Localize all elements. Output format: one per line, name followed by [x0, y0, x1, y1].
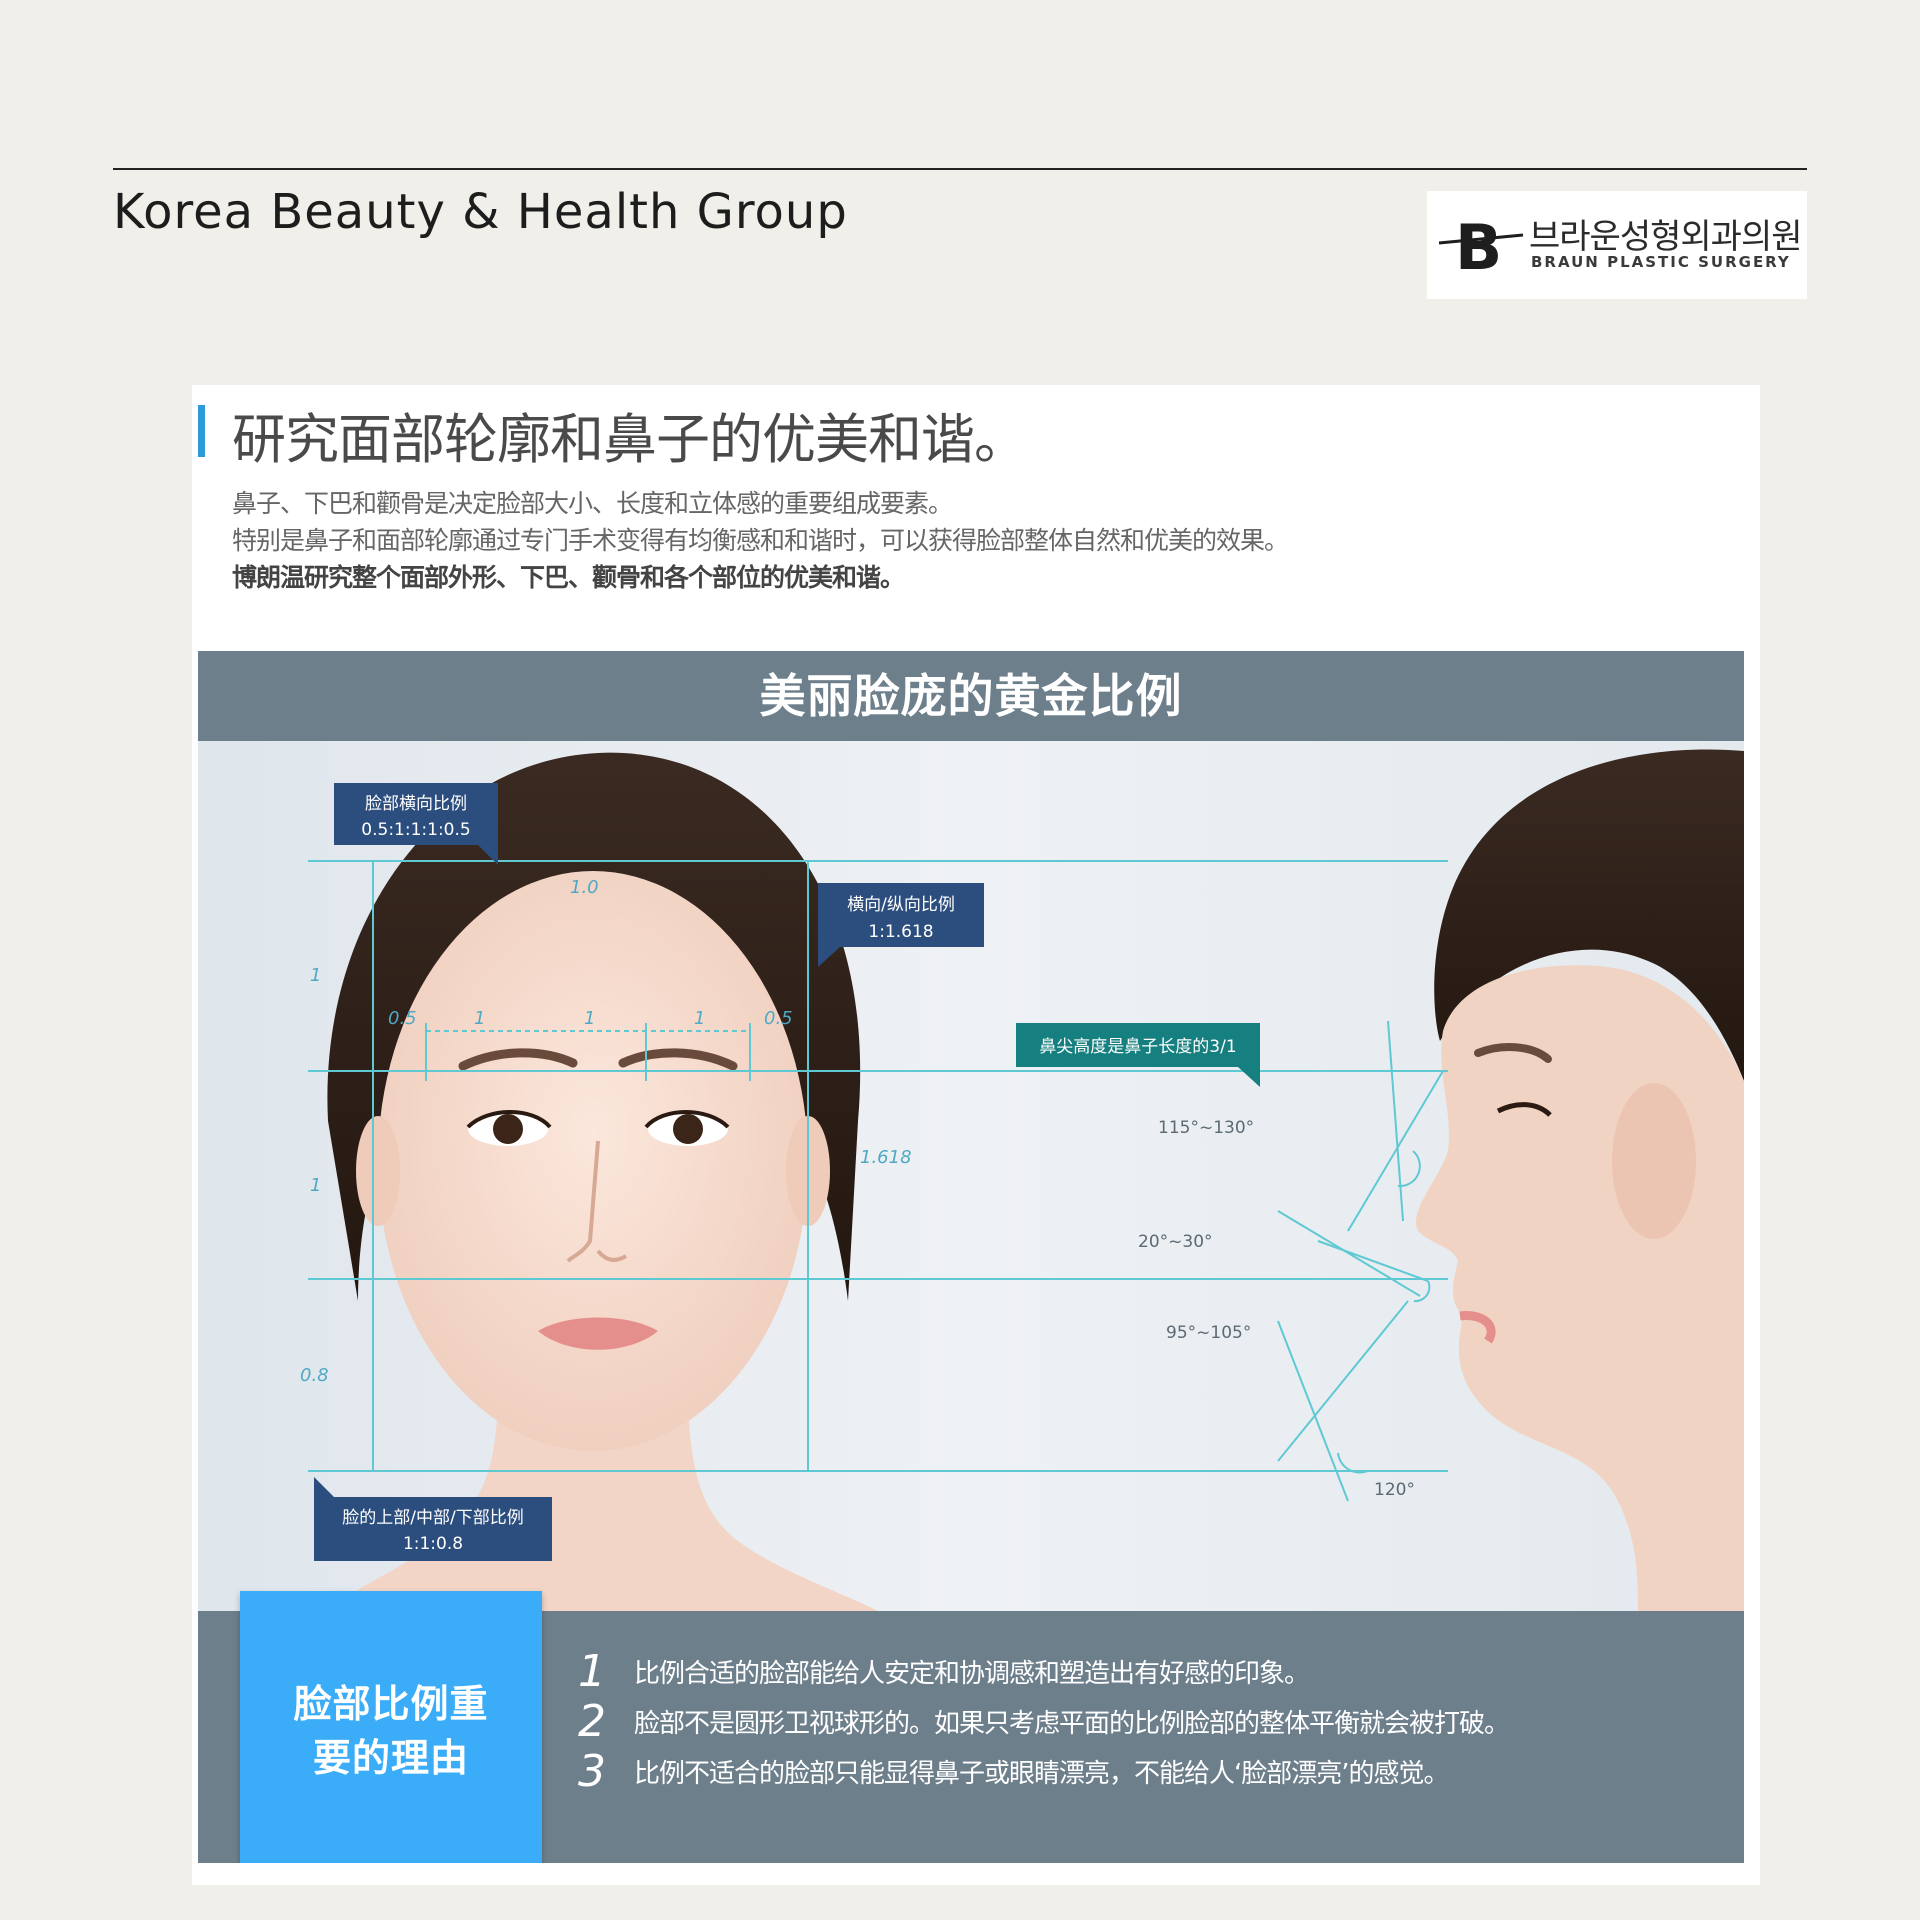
reason-number: 2: [578, 1696, 606, 1747]
clinic-logo[interactable]: B 브라운성형외과의원 BRAUN PLASTIC SURGERY: [1427, 191, 1807, 299]
measure-lower: 0.8: [300, 1365, 329, 1386]
callout-horizontal-value: 0.5:1:1:1:0.5: [361, 820, 470, 840]
front-face: [378, 871, 808, 1451]
reason-title-line-1: 脸部比例重: [293, 1682, 489, 1726]
face-ratio-illustration: 1.0 1 1 0.8 0.5 1 1 1 0.5 1.618 115°~130…: [198, 741, 1744, 1611]
logo-english-name: BRAUN PLASTIC SURGERY: [1531, 253, 1791, 271]
angle-chin: 120°: [1374, 1480, 1415, 1500]
measure-upper: 1: [310, 965, 321, 986]
callout-nose-tip-text: 鼻尖高度是鼻子长度的3/1: [1039, 1037, 1236, 1057]
angle-nasal-tip: 20°~30°: [1138, 1232, 1213, 1252]
callout-vertical-value: 1:1:0.8: [403, 1534, 463, 1554]
callout-ratio-title: 横向/纵向比例: [847, 895, 955, 915]
measure-middle: 1: [310, 1175, 321, 1196]
callout-vertical-title: 脸的上部/中部/下部比例: [342, 1508, 523, 1528]
measure-one-a: 1: [474, 1008, 485, 1029]
intro-line-1: 鼻子、下巴和颧骨是决定脸部大小、长度和立体感的重要组成要素。: [232, 489, 953, 518]
measure-top-width: 1.0: [570, 877, 599, 898]
intro-line-3: 博朗温研究整个面部外形、下巴、颧骨和各个部位的优美和谐。: [232, 563, 905, 592]
reason-number: 3: [578, 1746, 606, 1797]
reason-title: 脸部比例重 要的理由: [240, 1677, 542, 1785]
reason-title-line-2: 要的理由: [312, 1736, 469, 1780]
angle-nasolabial: 95°~105°: [1166, 1323, 1251, 1343]
reason-text: 比例合适的脸部能给人安定和协调感和塑造出有好感的印象。: [634, 1659, 1310, 1689]
figure-title-band: 美丽脸庞的黄金比例: [198, 651, 1744, 741]
top-rule: [113, 168, 1807, 170]
brand-title: Korea Beauty & Health Group: [113, 184, 848, 240]
b-logo-icon: B: [1438, 211, 1524, 283]
callout-ratio-value: 1:1.618: [868, 922, 933, 942]
card-intro: 鼻子、下巴和颧骨是决定脸部大小、长度和立体感的重要组成要素。 特别是鼻子和面部轮…: [232, 485, 1289, 596]
reason-text: 脸部不是圆形卫视球形的。如果只考虑平面的比例脸部的整体平衡就会被打破。: [634, 1709, 1510, 1739]
angle-nasofrontal: 115°~130°: [1158, 1118, 1254, 1138]
content-card: 研究面部轮廓和鼻子的优美和谐。 鼻子、下巴和颧骨是决定脸部大小、长度和立体感的重…: [192, 385, 1760, 1885]
reason-number: 1: [578, 1646, 606, 1697]
callout-horizontal-title: 脸部横向比例: [365, 794, 467, 814]
heading-accent-bar: [198, 405, 205, 457]
figure-title: 美丽脸庞的黄金比例: [759, 669, 1183, 723]
card-heading: 研究面部轮廓和鼻子的优美和谐。: [232, 408, 1028, 471]
reason-title-box: 脸部比例重 要的理由: [240, 1591, 542, 1863]
logo-letter: B: [1455, 211, 1502, 283]
intro-line-2: 特别是鼻子和面部轮廓通过专门手术变得有均衡感和和谐时，可以获得脸部整体自然和优美…: [232, 526, 1289, 555]
measure-half-right: 0.5: [764, 1008, 793, 1029]
measure-one-c: 1: [694, 1008, 705, 1029]
measure-golden: 1.618: [860, 1147, 912, 1168]
measure-one-b: 1: [584, 1008, 595, 1029]
golden-ratio-figure: 美丽脸庞的黄金比例 1.0 1 1 0.8 0.5 1 1 1 0.5 1.61…: [198, 651, 1744, 1863]
logo-korean-name: 브라운성형외과의원: [1529, 217, 1803, 257]
reason-text: 比例不适合的脸部只能显得鼻子或眼睛漂亮，不能给人‘脸部漂亮’的感觉。: [634, 1759, 1450, 1789]
measure-half-left: 0.5: [388, 1008, 417, 1029]
